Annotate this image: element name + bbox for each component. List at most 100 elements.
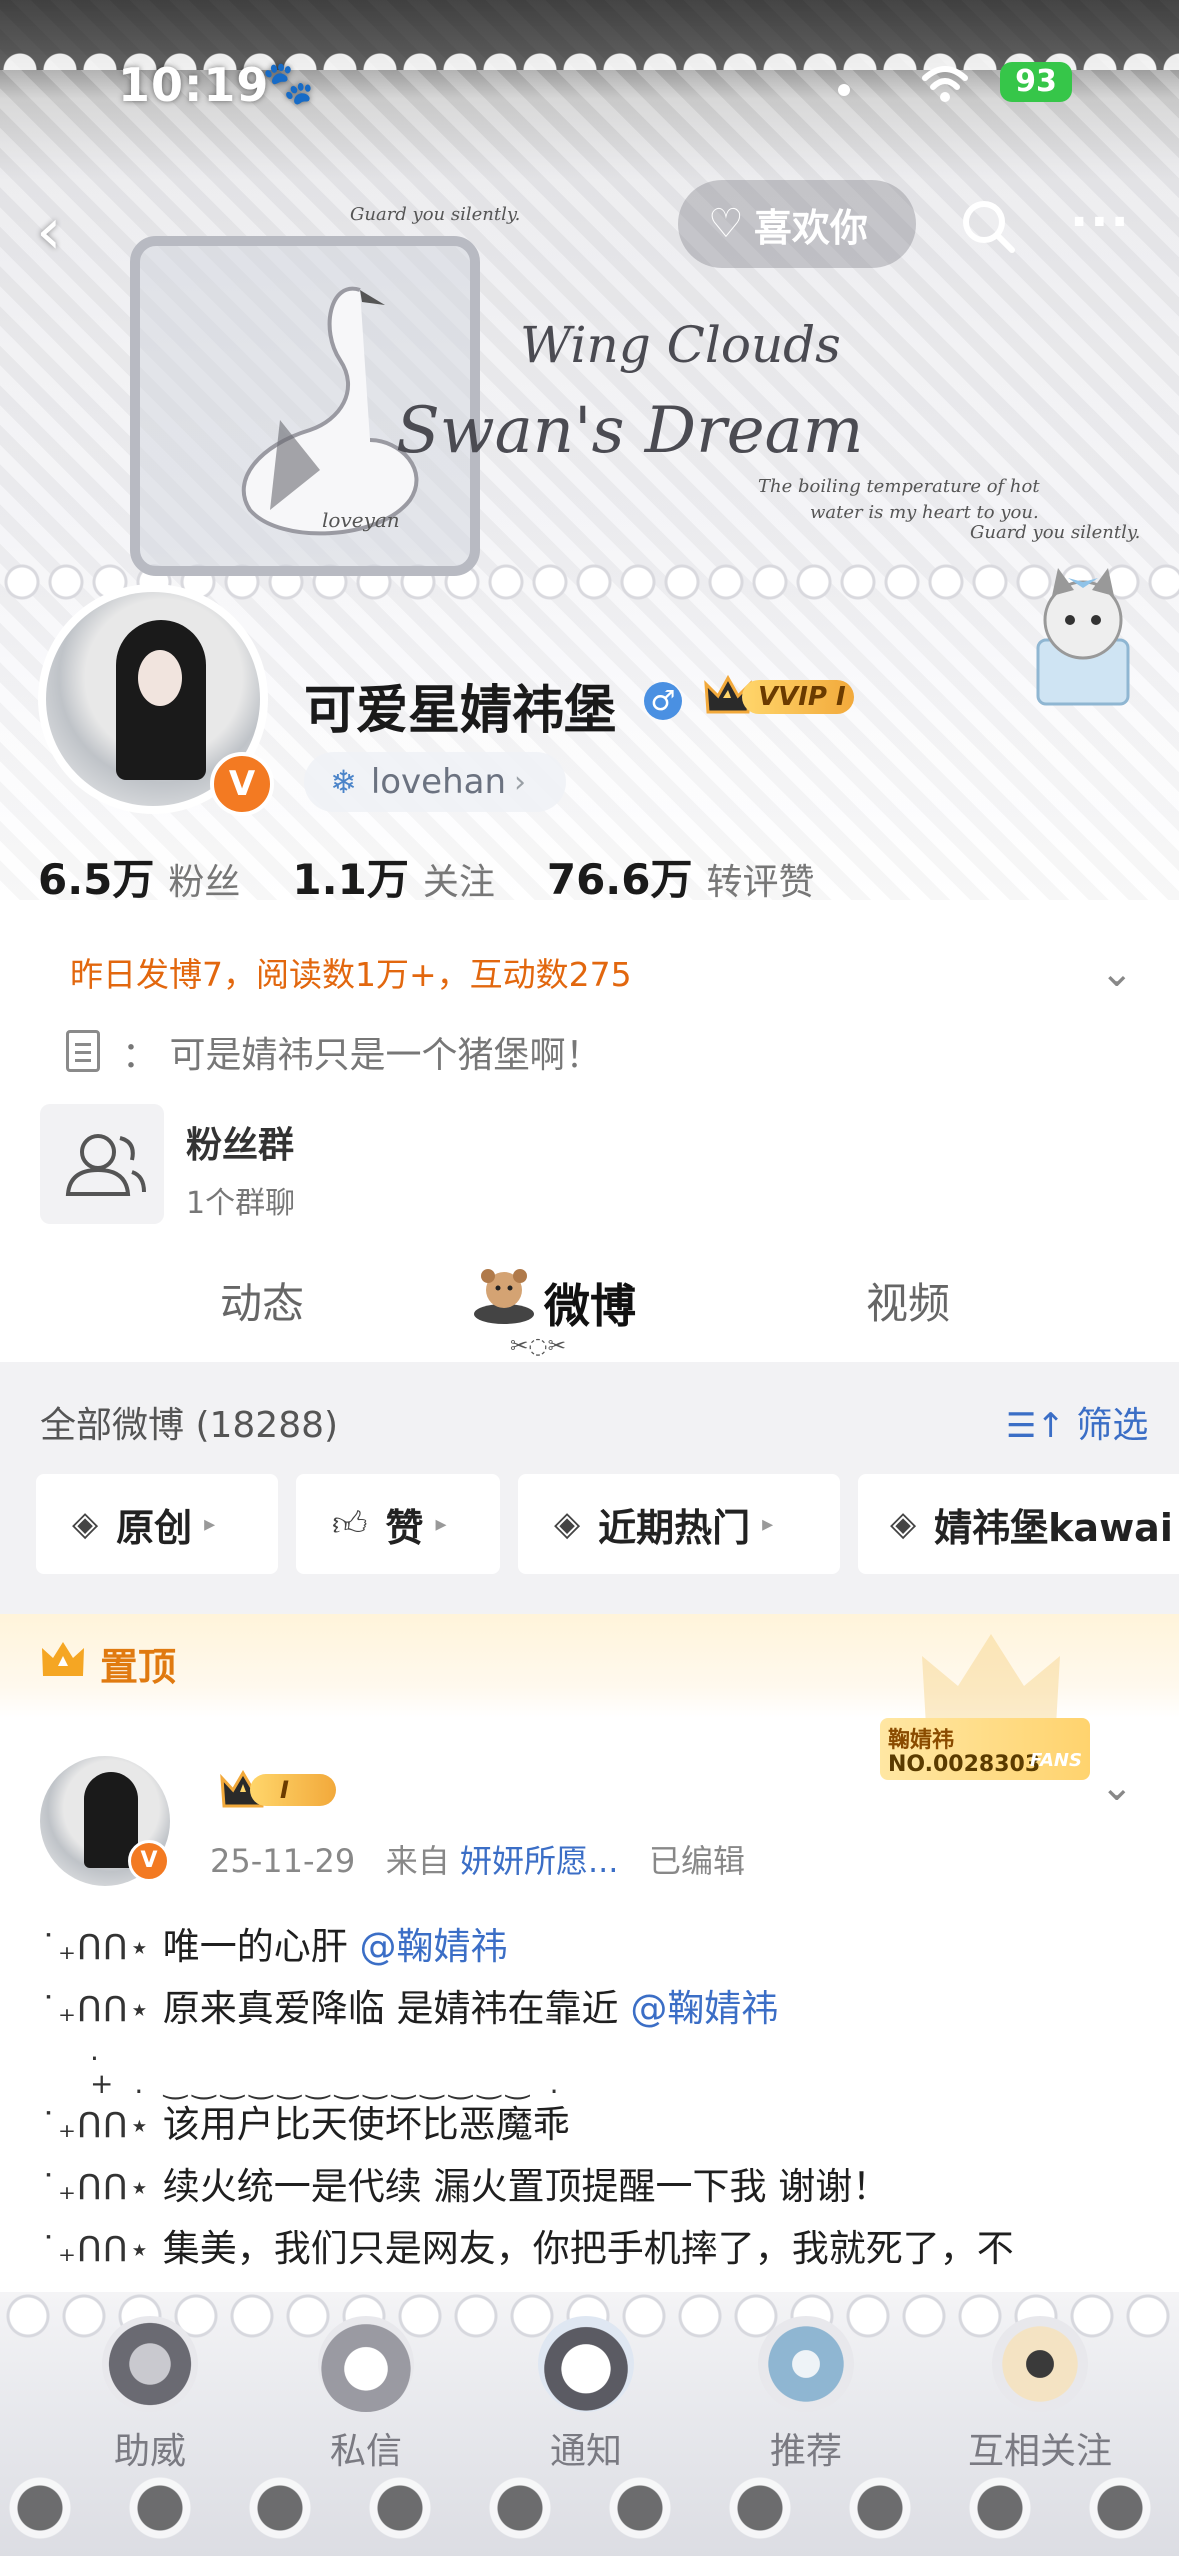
fan-group-count: 1个群聊 [186, 1186, 296, 1221]
post-line-deco: ˙₊ᑎᑎ⋆ [40, 1928, 152, 1968]
chip-label: 近期热门 [598, 1505, 751, 1550]
post-line-deco: ˙₊ᑎᑎ⋆ [40, 2106, 152, 2146]
signal-icon [838, 84, 850, 96]
post-line-deco: ˙₊ᑎᑎ⋆ [40, 2230, 152, 2270]
tab-label: 私信 [329, 2431, 402, 2472]
layers-icon: ◈ [554, 1504, 581, 1544]
banner-title-2: Swan's Dream [396, 394, 864, 468]
status-time: 10:19 [118, 58, 270, 112]
stat-interactions[interactable]: 76.6万 转评赞 [547, 846, 815, 907]
banner-caption-swan: loveyan [322, 508, 400, 532]
puppy-icon [538, 2316, 634, 2412]
chip-label: 赞 [385, 1505, 424, 1550]
search-icon[interactable] [958, 196, 1018, 256]
filter-button[interactable]: ☰↑ 筛选 [1006, 1396, 1148, 1448]
status-bar: 10:19 🐾 93 [0, 40, 1179, 130]
vip-badge[interactable]: VVIP I [704, 674, 860, 720]
banner-title-1: Wing Clouds [520, 316, 841, 374]
fan-badge-name: 鞠婧祎 [888, 1728, 955, 1753]
post-line: ˙₊ᑎᑎ⋆ 原来真爱降临 是婧祎在靠近 @鞠婧祎 [40, 1978, 778, 2032]
post-line-text: 唯一的心肝 [162, 1925, 348, 1968]
tab-cheer[interactable]: 助威 [80, 2316, 220, 2506]
banner-caption-right-3: Guard you silently. [970, 522, 1141, 543]
tab-notifications[interactable]: 通知 [516, 2316, 656, 2506]
filter-label: 筛选 [1076, 1405, 1149, 1446]
mention-link[interactable]: @鞠婧祎 [630, 1987, 778, 2030]
stat-label: 粉丝 [168, 862, 241, 903]
wifi-icon [922, 66, 968, 102]
mention-link[interactable]: @鞠婧祎 [360, 1925, 508, 1968]
macaron-icon [992, 2316, 1088, 2412]
chip-trending[interactable]: ◈ 近期热门 ▸ [518, 1474, 840, 1574]
post-source-prefix: 来自 [385, 1842, 450, 1880]
fan-badge[interactable]: 鞠婧祎 NO.0028303 FANS [880, 1626, 1098, 1786]
tab-active-indicator-icon: ✂◌✂ [510, 1334, 567, 1359]
layers-icon: ◈ [890, 1504, 917, 1544]
verified-badge-icon: V [128, 1840, 170, 1882]
caret-right-icon: ▸ [762, 1511, 774, 1537]
verified-badge-icon: V [210, 752, 274, 816]
post-meta: 25-11-29 来自 妍妍所愿... 已编辑 [210, 1836, 745, 1882]
stat-label: 关注 [422, 862, 495, 903]
vip-label: VVIP I [742, 680, 854, 714]
thumbs-up-icon: 👍︎ [332, 1503, 368, 1544]
pinned-label: 置顶 [100, 1645, 177, 1689]
tab-label: 通知 [549, 2431, 622, 2472]
post-line-text: 续火统一是代续 漏火置顶提醒一下我 谢谢！ [162, 2165, 890, 2208]
user-tag-label: lovehan [370, 762, 507, 802]
banner-caption-right-1: The boiling temperature of hot [758, 476, 1040, 497]
tab-weibo[interactable]: 微博 [544, 1270, 636, 1336]
stat-number: 1.1万 [292, 855, 409, 904]
fan-group-title[interactable]: 粉丝群 [186, 1116, 294, 1168]
fan-badge-number: NO.0028303 [888, 1752, 1041, 1777]
post-line: ˙₊ᑎᑎ⋆ 该用户比天使坏比恶魔乖 [40, 2094, 570, 2148]
profile-bio: ： 可是婧祎只是一个猪堡啊！ [122, 1026, 601, 1078]
chip-liked[interactable]: 👍︎ 赞 ▸ [296, 1474, 500, 1574]
tab-recommend[interactable]: 推荐 [736, 2316, 876, 2506]
activity-summary[interactable]: 昨日发博7，阅读数1万+，互动数275 [70, 948, 632, 996]
post-line: ˙₊ᑎᑎ⋆ 集美，我们只是网友，你把手机摔了，我就死了，不 [40, 2218, 1014, 2272]
paw-icon: 🐾 [262, 58, 315, 107]
tab-label: 推荐 [769, 2431, 842, 2472]
profile-tabs: 动态 微博 ✂◌✂ 视频 [0, 1244, 1179, 1360]
post-source-link[interactable]: 妍妍所愿... [460, 1842, 619, 1880]
back-chevron-icon[interactable]: ‹ [36, 200, 62, 264]
chevron-down-icon[interactable]: ⌄ [1100, 1764, 1134, 1810]
tab-dynamic[interactable]: 动态 [220, 1270, 304, 1331]
post-line-text: 集美，我们只是网友，你把手机摔了，我就死了，不 [162, 2227, 1014, 2270]
post-date: 25-11-29 [210, 1842, 356, 1880]
kitten-gift-icon [1036, 568, 1130, 706]
post-line-text: 原来真爱降临 是婧祎在靠近 [162, 1987, 619, 2030]
top-nav: ‹ ♡ 喜欢你 ··· [0, 160, 1179, 290]
stat-followers[interactable]: 6.5万 粉丝 [38, 846, 240, 907]
chip-original[interactable]: ◈ 原创 ▸ [36, 1474, 278, 1574]
post-line-text: 该用户比天使坏比恶魔乖 [162, 2103, 570, 2146]
like-label: 喜欢你 [753, 205, 868, 250]
banner-caption-right-2: water is my heart to you. [810, 502, 1039, 523]
cat-icon [318, 2316, 414, 2412]
filter-icon: ☰↑ [1006, 1406, 1065, 1446]
chip-custom[interactable]: ◈ 婧祎堡kawai [858, 1474, 1179, 1574]
battery-indicator: 93 [1000, 62, 1072, 102]
tab-mutual-follow[interactable]: 互相关注 [950, 2316, 1130, 2506]
user-tag-pill[interactable]: ❄ lovehan › [304, 752, 566, 812]
tab-messages[interactable]: 私信 [296, 2316, 436, 2506]
profile-username: 可爱星婧祎堡 [304, 681, 617, 741]
more-options-icon[interactable]: ··· [1070, 194, 1131, 250]
like-button[interactable]: ♡ 喜欢你 [678, 180, 916, 268]
fan-group-icon[interactable] [40, 1104, 164, 1224]
document-icon [66, 1030, 100, 1072]
tab-label: 助威 [113, 2431, 186, 2472]
stat-following[interactable]: 1.1万 关注 [292, 846, 494, 907]
all-posts-count: 全部微博 (18288) [40, 1405, 339, 1446]
profile-stats: 6.5万 粉丝 1.1万 关注 76.6万 转评赞 [38, 846, 867, 907]
post-divider-decoration: . + . ‿‿‿‿‿‿‿‿‿‿‿‿‿ . [90, 2034, 565, 2100]
post-line: ˙₊ᑎᑎ⋆ 唯一的心肝 @鞠婧祎 [40, 1916, 508, 1970]
people-icon [65, 1134, 146, 1196]
post-edited: 已编辑 [649, 1842, 746, 1880]
chevron-down-icon[interactable]: ⌄ [1100, 950, 1134, 996]
bear-icon [474, 1269, 534, 1324]
post-vip-badge: I [220, 1770, 338, 1810]
snowflake-icon: ❄ [330, 763, 357, 801]
tab-video[interactable]: 视频 [866, 1270, 950, 1331]
